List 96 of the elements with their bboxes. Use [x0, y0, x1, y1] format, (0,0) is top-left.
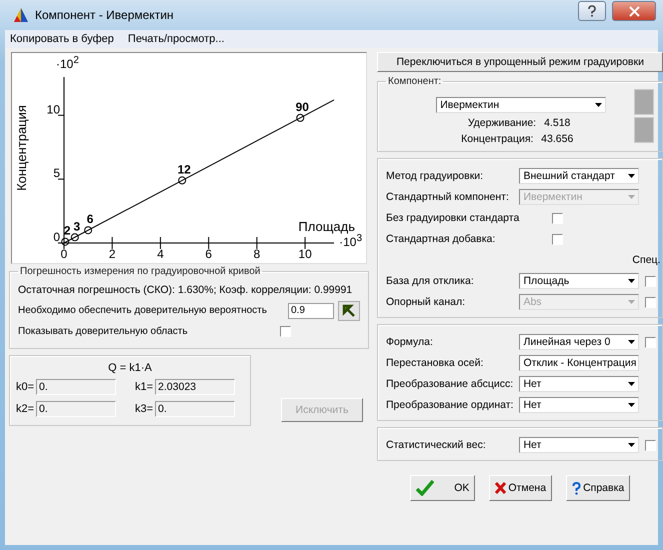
caret-icon — [628, 340, 636, 344]
checkbox[interactable] — [645, 276, 656, 286]
x-tick-label: 2 — [108, 247, 116, 261]
field-label: Статистический вес: — [386, 439, 487, 451]
app-icon — [13, 7, 29, 23]
checkbox[interactable] — [280, 326, 291, 337]
y-axis-title: Концентрация — [14, 105, 29, 191]
caret-icon — [628, 443, 636, 447]
ok-button[interactable]: OK — [410, 475, 476, 501]
field-label: Опорный канал: — [386, 296, 466, 308]
arrow-icon — [342, 304, 356, 318]
menu-item[interactable]: Печать/просмотр... — [128, 33, 224, 45]
coefficient-field[interactable]: 0. — [36, 379, 116, 395]
caret-icon — [628, 300, 636, 304]
y-multiplier: ·10$^{2}$ — [56, 55, 79, 71]
caret-icon — [595, 103, 602, 107]
checkbox[interactable] — [645, 336, 656, 348]
dropdown[interactable]: Площадь — [519, 273, 640, 289]
y-tick-label: 0 — [53, 230, 60, 244]
menu-item[interactable]: Копировать в буфер — [10, 33, 114, 45]
point-label: 90 — [296, 100, 309, 114]
residual-text: Остаточная погрешность (СКО): 1.630%; Коэф. корреляции: 0.99991 — [18, 284, 352, 296]
cancel-button[interactable]: Отмена — [489, 475, 552, 501]
data-point — [84, 226, 92, 234]
checkbox[interactable] — [552, 234, 563, 244]
field-label: Удерживание: — [466, 117, 536, 129]
group-title: Компонент: — [387, 76, 442, 87]
data-point — [70, 233, 79, 242]
cross-icon — [495, 482, 506, 494]
up-button[interactable] — [634, 89, 654, 115]
checkbox-label: Без градуировки стандарта — [386, 212, 520, 224]
coefficient-field[interactable]: 0. — [36, 401, 116, 417]
x-axis-title: Площадь — [298, 219, 355, 234]
dropdown[interactable]: Отклик - Концентрация — [519, 355, 640, 371]
confidence-field[interactable]: 0.9 — [288, 302, 334, 318]
data-point — [296, 114, 304, 122]
field-label: Необходимо обеспечить доверительную вероятность — [18, 305, 268, 316]
help-button[interactable] — [578, 1, 606, 21]
column-header: Спец. — [632, 254, 660, 266]
x-multiplier: ·10$^{3}$ — [339, 233, 362, 249]
component-select[interactable]: Ивермектин — [436, 97, 606, 113]
y-tick-label: 5 — [53, 166, 60, 180]
help-icon — [587, 5, 597, 17]
group-title: Погрешность измерения по градуировочной кривой — [19, 266, 262, 277]
coefficient-label: k3= — [135, 403, 154, 415]
coefficient-field[interactable]: 0. — [155, 401, 236, 417]
dropdown[interactable]: Нет — [519, 376, 640, 392]
point-label: 3 — [74, 219, 80, 234]
concentration-value: 43.656 — [541, 133, 574, 145]
field-label: Перестановка осей: — [386, 357, 484, 369]
checkbox[interactable] — [552, 212, 563, 224]
x-tick-label: 10 — [298, 247, 312, 261]
coefficient-label: k2= — [16, 403, 34, 415]
x-tick-label: 0 — [60, 247, 68, 261]
point-label: 6 — [86, 212, 94, 226]
caret-icon — [628, 279, 636, 283]
caret-icon — [628, 382, 636, 386]
coefficient-label: k0= — [16, 381, 34, 393]
apply-button[interactable] — [338, 300, 360, 320]
point-label: 2 — [64, 224, 71, 238]
help-button[interactable]: Справка — [566, 475, 630, 501]
field-label: База для отклика: — [386, 275, 475, 287]
close-icon — [628, 6, 640, 16]
field-label: Преобразование ординат: — [386, 399, 514, 411]
point-label: 12 — [177, 162, 191, 176]
field-label: Стандартный компонент: — [386, 191, 510, 203]
checkbox-label: Стандартная добавка: — [386, 233, 496, 245]
dropdown[interactable]: Внешний стандарт — [519, 168, 640, 184]
field-label: Метод градуировки: — [386, 170, 484, 182]
close-button[interactable] — [612, 1, 656, 21]
x-tick-label: 6 — [205, 247, 212, 261]
down-button[interactable] — [634, 117, 654, 143]
checkbox[interactable] — [645, 440, 656, 450]
formula-text: Q = k1·A — [107, 362, 153, 374]
field-label: Формула: — [386, 336, 434, 348]
field-label: Преобразование абсцисс: — [386, 378, 514, 390]
dropdown[interactable]: Нет — [519, 397, 640, 413]
simplified-mode-button[interactable]: Переключиться в упрощенный режим градуировки — [377, 52, 663, 72]
field-label: Концентрация: — [461, 133, 534, 145]
question-icon — [572, 482, 582, 494]
retention-value: 4.518 — [544, 117, 570, 129]
caret-icon — [628, 195, 636, 199]
data-point — [178, 176, 186, 184]
data-point — [61, 238, 70, 246]
dropdown[interactable]: Линейная через 0 — [519, 334, 640, 350]
coefficient-label: k1= — [135, 381, 154, 393]
caret-icon — [628, 403, 636, 407]
coefficient-field[interactable]: 2.03023 — [155, 379, 236, 395]
dropdown[interactable]: Нет — [519, 437, 640, 453]
checkmark-icon — [416, 480, 434, 496]
checkbox-label: Показывать доверительную область — [18, 326, 189, 337]
caret-icon — [628, 174, 636, 178]
x-tick-label: 4 — [157, 247, 164, 261]
window-title: Компонент - Ивермектин — [35, 8, 174, 22]
y-tick-label: 10 — [46, 102, 60, 116]
x-tick-label: 8 — [254, 247, 260, 261]
